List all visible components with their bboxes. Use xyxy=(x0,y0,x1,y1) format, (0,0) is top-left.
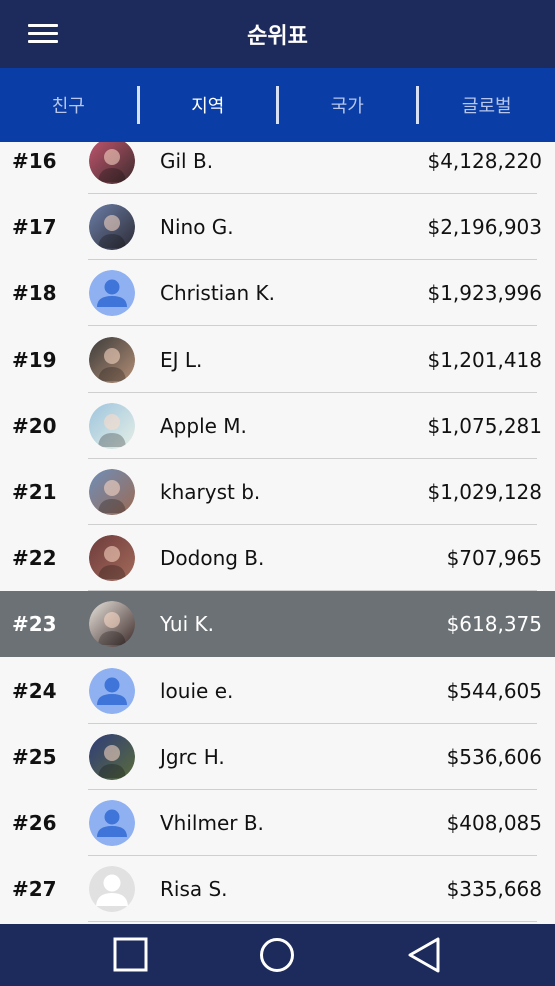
avatar[interactable] xyxy=(89,601,135,648)
player-name: Christian K. xyxy=(160,281,275,306)
player-name: kharyst b. xyxy=(160,480,261,504)
player-score: $1,029,128 xyxy=(427,480,542,504)
player-score: $707,965 xyxy=(446,546,542,571)
default-user-icon[interactable] xyxy=(89,270,135,317)
tab-region[interactable]: 지역 xyxy=(140,92,277,118)
avatar[interactable] xyxy=(89,142,135,184)
player-score: $1,923,996 xyxy=(427,281,542,306)
player-score: $408,085 xyxy=(446,811,542,835)
scope-tabs: 친구 지역 국가 글로벌 xyxy=(0,68,555,142)
hamburger-menu-icon[interactable] xyxy=(28,22,58,46)
player-score: $1,075,281 xyxy=(427,413,542,438)
table-row[interactable]: #27 Risa S. $335,668 xyxy=(0,856,555,923)
avatar[interactable] xyxy=(89,535,135,582)
rank-label: #19 xyxy=(12,347,57,372)
player-name: Dodong B. xyxy=(160,546,265,571)
rank-label: #16 xyxy=(12,149,57,173)
avatar[interactable] xyxy=(89,469,135,515)
player-name: Gil B. xyxy=(160,149,214,173)
table-row[interactable]: #25 Jgrc H. $536,606 xyxy=(0,724,555,790)
player-name: Vhilmer B. xyxy=(160,811,264,835)
top-app-bar: 순위표 xyxy=(0,0,555,68)
leaderboard-screen: 순위표 친구 지역 국가 글로벌 #16 Gil B. $4,128,220 #17 N… xyxy=(0,0,555,986)
player-score: $536,606 xyxy=(446,744,542,769)
avatar[interactable] xyxy=(89,204,135,251)
player-score: $1,201,418 xyxy=(427,347,542,372)
rank-label: #23 xyxy=(12,612,57,637)
player-name: Apple M. xyxy=(160,413,247,438)
tab-friends[interactable]: 친구 xyxy=(0,92,137,118)
table-row[interactable]: #18 Christian K. $1,923,996 xyxy=(0,260,555,327)
table-row[interactable]: #26 Vhilmer B. $408,085 xyxy=(0,790,555,856)
table-row[interactable]: #20 Apple M. $1,075,281 xyxy=(0,393,555,459)
table-row[interactable]: #24 louie e. $544,605 xyxy=(0,658,555,724)
player-name: Jgrc H. xyxy=(160,744,225,769)
player-score: $4,128,220 xyxy=(427,149,542,173)
avatar[interactable] xyxy=(89,336,135,383)
player-score: $2,196,903 xyxy=(427,215,542,240)
player-name: louie e. xyxy=(160,678,234,703)
avatar[interactable] xyxy=(89,733,135,780)
player-name: Risa S. xyxy=(160,877,228,902)
rank-label: #24 xyxy=(12,678,57,703)
rank-label: #20 xyxy=(12,413,57,438)
player-score: $618,375 xyxy=(446,612,542,637)
table-row[interactable]: #17 Nino G. $2,196,903 xyxy=(0,194,555,261)
table-row[interactable]: #23 Yui K. $618,375 xyxy=(0,591,555,658)
player-name: EJ L. xyxy=(160,347,203,372)
table-row[interactable]: #21 kharyst b. $1,029,128 xyxy=(0,459,555,525)
player-score: $335,668 xyxy=(446,877,542,902)
page-title: 순위표 xyxy=(247,24,308,49)
table-row[interactable]: #16 Gil B. $4,128,220 xyxy=(0,142,555,194)
avatar[interactable] xyxy=(89,402,135,449)
rank-label: #21 xyxy=(12,480,57,504)
recent-apps-icon[interactable] xyxy=(95,924,165,986)
back-icon[interactable] xyxy=(389,924,459,986)
tab-global[interactable]: 글로벌 xyxy=(419,92,555,118)
player-score: $544,605 xyxy=(446,678,542,703)
rank-label: #25 xyxy=(12,744,57,769)
rank-label: #27 xyxy=(12,877,57,902)
default-user-icon[interactable] xyxy=(89,800,135,846)
tab-country[interactable]: 국가 xyxy=(279,92,416,118)
rank-label: #18 xyxy=(12,281,57,306)
rank-label: #22 xyxy=(12,546,57,571)
silhouette-avatar-icon[interactable] xyxy=(89,866,135,913)
player-name: Yui K. xyxy=(160,612,214,637)
system-navigation-bar xyxy=(0,924,555,986)
rank-label: #26 xyxy=(12,811,57,835)
default-user-icon[interactable] xyxy=(89,667,135,714)
table-row[interactable]: #19 EJ L. $1,201,418 xyxy=(0,327,555,393)
home-icon[interactable] xyxy=(242,924,312,986)
rank-label: #17 xyxy=(12,215,57,240)
leaderboard-list[interactable]: #16 Gil B. $4,128,220 #17 Nino G. $2,196,903 #… xyxy=(0,142,555,924)
table-row[interactable]: #22 Dodong B. $707,965 xyxy=(0,525,555,592)
player-name: Nino G. xyxy=(160,215,234,240)
